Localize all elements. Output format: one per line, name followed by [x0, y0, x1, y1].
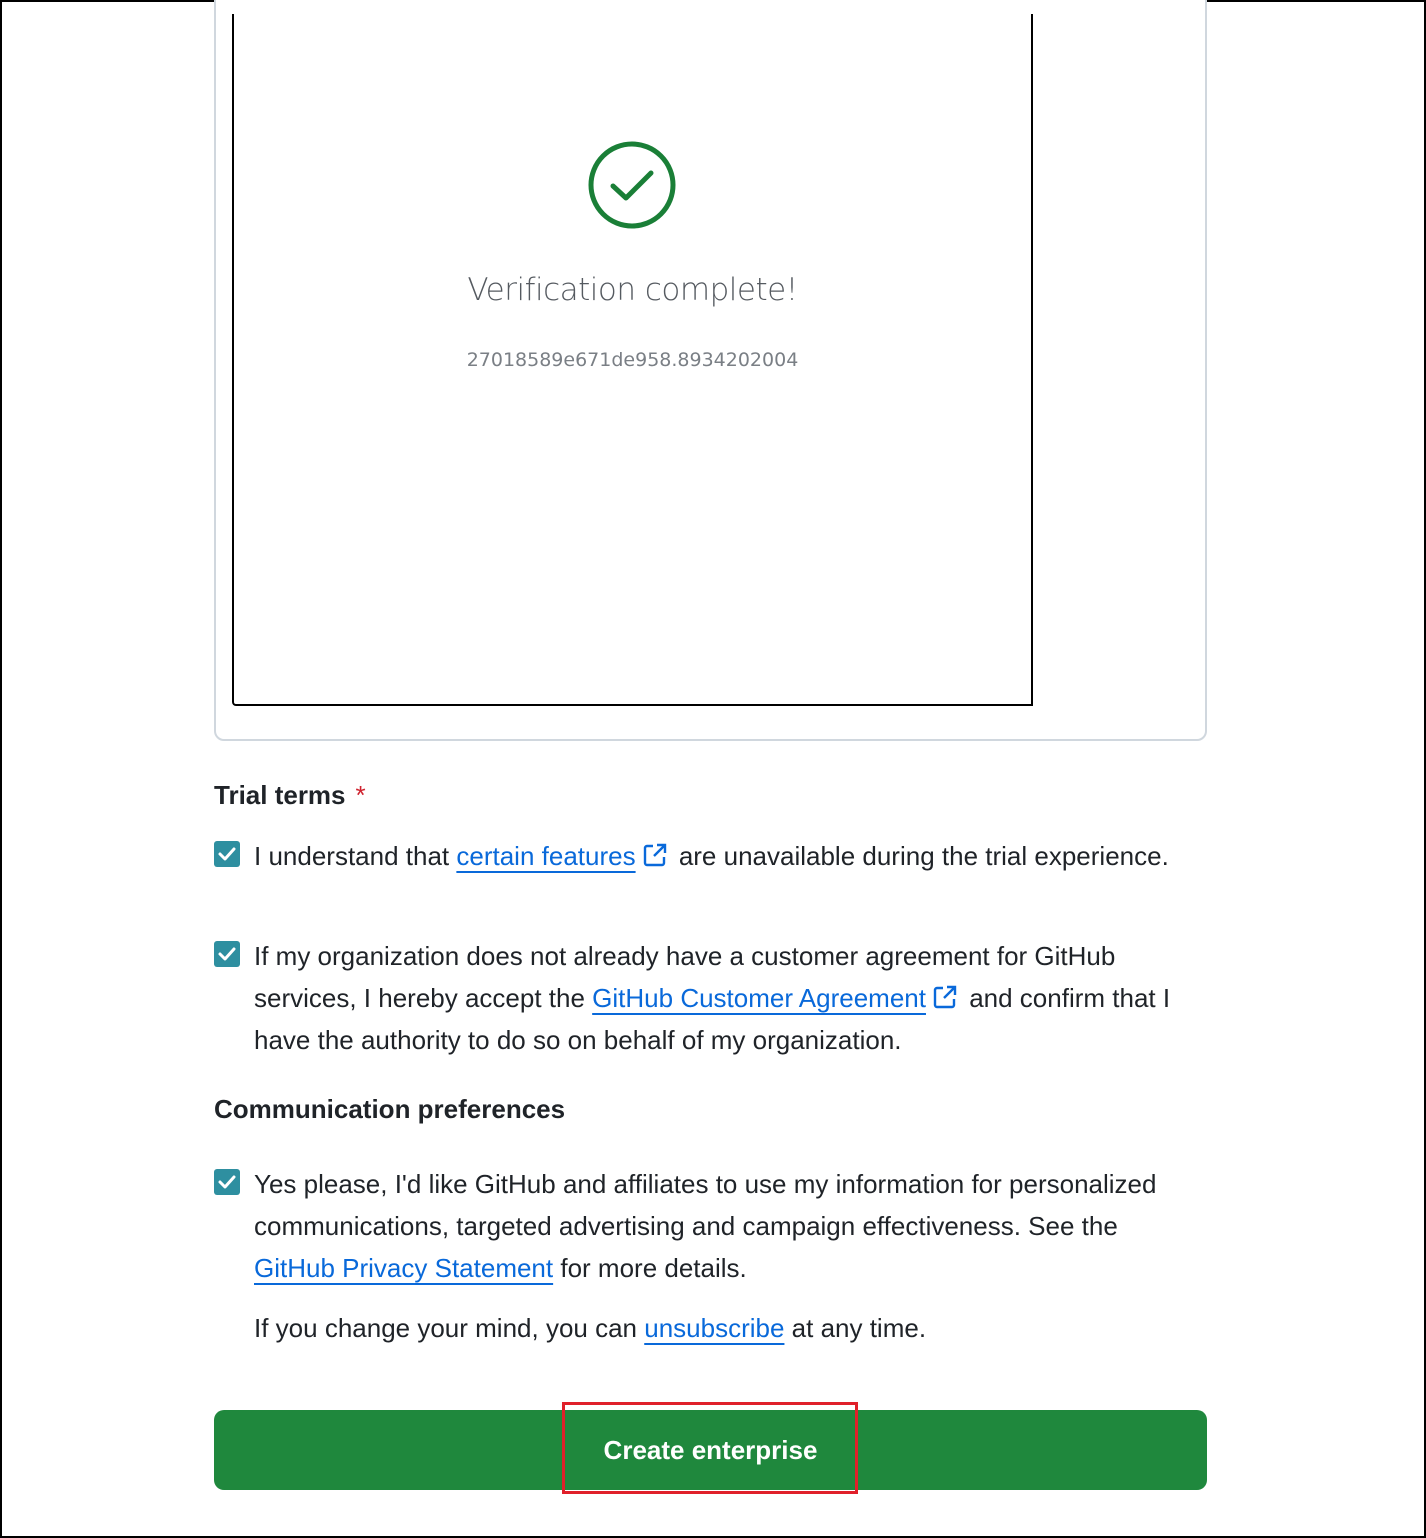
- marketing-consent-text: Yes please, I'd like GitHub and affiliat…: [254, 1163, 1204, 1289]
- github-customer-agreement-link[interactable]: GitHub Customer Agreement: [592, 983, 926, 1013]
- create-enterprise-button[interactable]: Create enterprise: [214, 1410, 1207, 1490]
- marketing-consent-text-before: Yes please, I'd like GitHub and affiliat…: [254, 1169, 1157, 1241]
- verification-title: Verification complete!: [467, 272, 798, 308]
- unsubscribe-link[interactable]: unsubscribe: [644, 1313, 784, 1343]
- external-link-icon: [933, 985, 957, 1009]
- unsubscribe-text-before: If you change your mind, you can: [254, 1313, 645, 1343]
- trial-terms-heading: Trial terms *: [214, 780, 366, 811]
- checkmark-icon: [218, 1175, 236, 1189]
- trial-features-text-before: I understand that: [254, 841, 457, 871]
- marketing-consent-text-after: for more details.: [553, 1253, 747, 1283]
- certain-features-link[interactable]: certain features: [456, 841, 635, 871]
- customer-agreement-text: If my organization does not already have…: [254, 935, 1204, 1061]
- github-privacy-statement-link[interactable]: GitHub Privacy Statement: [254, 1253, 553, 1283]
- verification-token: 27018589e671de958.8934202004: [466, 349, 799, 371]
- unsubscribe-note: If you change your mind, you can unsubsc…: [254, 1307, 1204, 1349]
- check-circle-icon: [588, 141, 676, 229]
- trial-features-text-after: are unavailable during the trial experie…: [671, 841, 1169, 871]
- marketing-consent-checkbox[interactable]: [214, 1169, 240, 1195]
- required-marker: *: [355, 780, 366, 810]
- trial-features-text: I understand that certain features are u…: [254, 835, 1204, 877]
- trial-features-checkbox[interactable]: [214, 841, 240, 867]
- unsubscribe-text-after: at any time.: [784, 1313, 927, 1343]
- checkmark-icon: [218, 847, 236, 861]
- external-link-icon: [643, 843, 666, 867]
- customer-agreement-checkbox[interactable]: [214, 941, 240, 967]
- checkmark-icon: [218, 947, 236, 961]
- trial-terms-label: Trial terms: [214, 780, 346, 810]
- communication-preferences-heading: Communication preferences: [214, 1094, 566, 1124]
